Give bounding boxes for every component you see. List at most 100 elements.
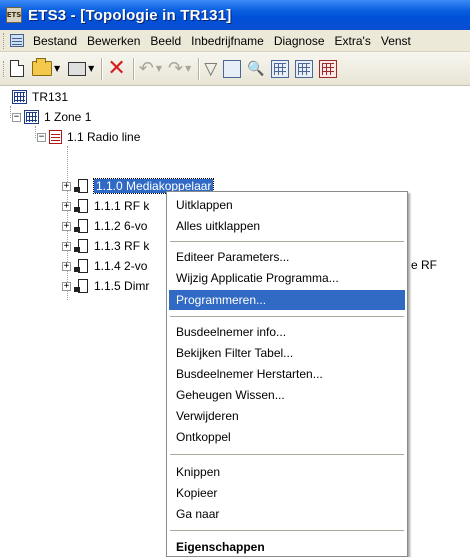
collapse-icon[interactable]: − xyxy=(37,132,46,142)
menu-extras[interactable]: Extra's xyxy=(330,34,376,48)
menu-venster[interactable]: Venst xyxy=(376,34,416,48)
menu-item-kopieer[interactable]: Kopieer xyxy=(169,483,405,503)
expand-icon[interactable]: + xyxy=(62,201,71,211)
redo-icon: ↷ xyxy=(168,58,184,79)
tree-node-device[interactable]: + 1.1.1 RF k xyxy=(62,197,149,215)
device-button[interactable] xyxy=(270,57,289,81)
menu-item-editeer-parameters[interactable]: Editeer Parameters... xyxy=(169,247,405,267)
key-button[interactable]: 🔍 xyxy=(247,57,264,81)
expand-icon[interactable]: + xyxy=(62,261,71,271)
open-icon xyxy=(32,58,52,76)
menu-separator xyxy=(170,530,404,531)
menubar-grip[interactable] xyxy=(3,32,7,49)
window-title: ETS3 - [Topologie in TR131] xyxy=(28,6,232,24)
tree-node-root[interactable]: TR131 xyxy=(12,88,68,106)
open-button[interactable]: ▼ xyxy=(32,57,60,81)
context-menu: Uitklappen Alles uitklappen Editeer Para… xyxy=(166,191,408,557)
menu-item-eigenschappen[interactable]: Eigenschappen xyxy=(169,537,405,557)
toolbar: ▼ ▼ ✕ ↶ ▼ ↷ ▼ ▽ 🔍 xyxy=(0,52,470,86)
new-icon xyxy=(10,60,24,77)
redo-button[interactable]: ↷ ▼ xyxy=(168,57,191,81)
menu-item-busdeelnemer-info[interactable]: Busdeelnemer info... xyxy=(169,322,405,342)
tree-node-device[interactable]: + 1.1.4 2-vo xyxy=(62,257,147,275)
menu-item-alles-uitklappen[interactable]: Alles uitklappen xyxy=(169,216,405,236)
device-icon xyxy=(74,178,89,194)
line-icon xyxy=(49,130,62,144)
group-icon xyxy=(318,59,337,78)
toolbar-separator xyxy=(132,57,134,80)
menu-item-knippen[interactable]: Knippen xyxy=(169,462,405,482)
refresh-icon xyxy=(223,59,242,78)
tree-node-device[interactable]: + 1.1.3 RF k xyxy=(62,237,149,255)
menu-item-busdeelnemer-herstarten[interactable]: Busdeelnemer Herstarten... xyxy=(169,364,405,384)
tree-node-label: 1.1.3 RF k xyxy=(94,239,150,253)
menu-inbedrijfname[interactable]: Inbedrijfname xyxy=(186,34,269,48)
menu-bewerken[interactable]: Bewerken xyxy=(82,34,145,48)
tree-node-device[interactable]: + 1.1.5 Dimr xyxy=(62,277,149,295)
tree-node-label-overflow: e RF xyxy=(411,258,438,272)
menu-diagnose[interactable]: Diagnose xyxy=(269,34,330,48)
expand-icon[interactable]: + xyxy=(62,181,71,191)
tree-node-line[interactable]: − 1.1 Radio line xyxy=(37,128,140,146)
expand-icon[interactable]: + xyxy=(62,281,71,291)
menu-item-verwijderen[interactable]: Verwijderen xyxy=(169,406,405,426)
device-icon xyxy=(74,258,89,274)
zone-icon xyxy=(24,110,39,124)
refresh-button[interactable] xyxy=(223,57,242,81)
chevron-down-icon: ▼ xyxy=(54,64,61,73)
menu-item-programmeren[interactable]: Programmeren... xyxy=(169,290,405,310)
filter-icon: ▽ xyxy=(204,58,218,79)
menu-beeld[interactable]: Beeld xyxy=(145,34,186,48)
device-icon xyxy=(74,238,89,254)
collapse-icon[interactable]: − xyxy=(12,112,21,122)
toolbar-separator xyxy=(101,57,103,80)
menu-bar: Bestand Bewerken Beeld Inbedrijfname Dia… xyxy=(0,30,470,52)
menu-item-uitklappen[interactable]: Uitklappen xyxy=(169,195,405,215)
menu-item-geheugen-wissen[interactable]: Geheugen Wissen... xyxy=(169,385,405,405)
delete-button[interactable]: ✕ xyxy=(107,57,125,81)
tree-node-label: TR131 xyxy=(32,90,69,104)
tree-node-device[interactable]: + 1.1.2 6-vo xyxy=(62,217,147,235)
menu-item-ontkoppel[interactable]: Ontkoppel xyxy=(169,427,405,447)
device-icon xyxy=(74,198,89,214)
menu-item-wijzig-applicatie-programma[interactable]: Wijzig Applicatie Programma... xyxy=(169,268,405,288)
tree-node-label: 1.1.1 RF k xyxy=(94,199,150,213)
expand-icon[interactable]: + xyxy=(62,241,71,251)
tree-node-label: 1.1 Radio line xyxy=(67,130,141,144)
topology-icon xyxy=(294,59,313,78)
delete-icon: ✕ xyxy=(107,55,126,81)
chevron-down-icon: ▼ xyxy=(88,64,95,73)
filter-button[interactable]: ▽ xyxy=(204,57,217,81)
expand-icon[interactable]: + xyxy=(62,221,71,231)
tree-node-zone[interactable]: − 1 Zone 1 xyxy=(12,108,91,126)
new-button[interactable] xyxy=(10,57,24,81)
tree-node-label: 1.1.2 6-vo xyxy=(94,219,148,233)
ets-app-icon[interactable]: ETS xyxy=(6,7,22,23)
undo-icon: ↶ xyxy=(138,58,154,79)
tree-connector xyxy=(35,126,36,138)
menu-separator xyxy=(170,454,404,455)
group-button[interactable] xyxy=(318,57,337,81)
menu-bestand[interactable]: Bestand xyxy=(28,34,82,48)
topology-button[interactable] xyxy=(294,57,313,81)
device-icon xyxy=(74,278,89,294)
document-menu-icon[interactable] xyxy=(10,34,24,47)
chevron-down-icon: ▼ xyxy=(155,64,162,73)
menu-item-bekijken-filter-tabel[interactable]: Bekijken Filter Tabel... xyxy=(169,343,405,363)
print-button[interactable]: ▼ xyxy=(68,57,94,81)
tree-node-label: 1.1.4 2-vo xyxy=(94,259,148,273)
menu-separator xyxy=(170,241,404,242)
toolbar-separator xyxy=(198,57,200,80)
device-icon xyxy=(270,59,289,78)
undo-button[interactable]: ↶ ▼ xyxy=(139,57,162,81)
toolbar-grip[interactable] xyxy=(3,60,7,77)
chevron-down-icon: ▼ xyxy=(185,64,192,73)
tree-node-label: 1 Zone 1 xyxy=(44,110,92,124)
menu-item-ga-naar[interactable]: Ga naar xyxy=(169,504,405,524)
print-icon xyxy=(68,61,87,76)
tree-node-label: 1.1.5 Dimr xyxy=(94,279,150,293)
project-icon xyxy=(12,90,27,104)
device-icon xyxy=(74,218,89,234)
key-icon: 🔍 xyxy=(247,60,265,77)
title-bar: ETS ETS3 - [Topologie in TR131] xyxy=(0,0,470,30)
